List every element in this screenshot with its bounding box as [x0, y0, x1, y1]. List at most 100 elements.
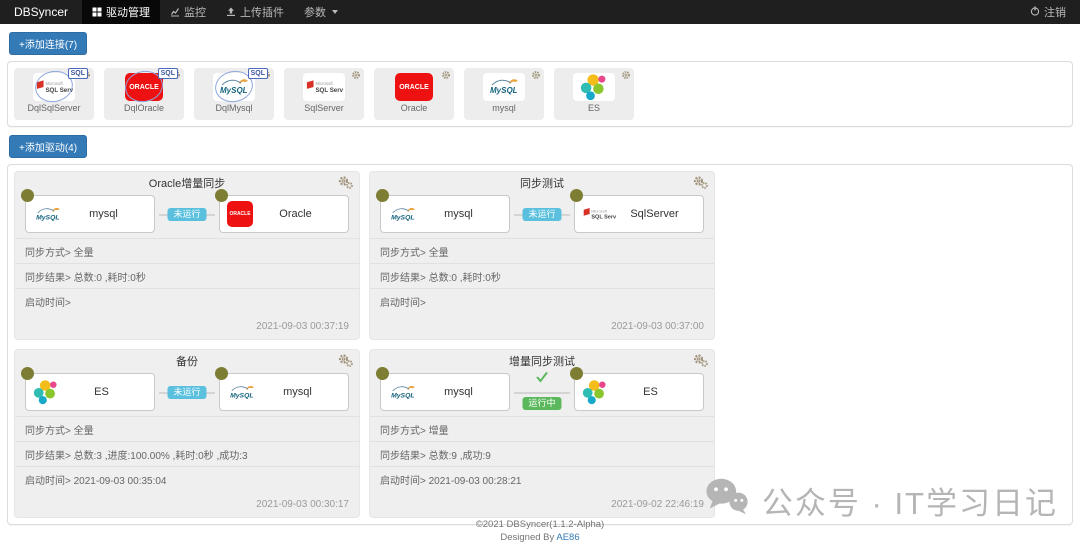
sqlserver-logo-icon: MicrosoftSQL Server — [582, 206, 616, 222]
gears-icon[interactable] — [693, 176, 708, 192]
driver-title: 增量同步测试 — [370, 355, 714, 370]
connection-card-dqlmysql[interactable]: MySQL SQL DqlMysql — [194, 68, 274, 120]
start-time-row: 启动时间> — [370, 288, 714, 313]
nav-item-params[interactable]: 参数 — [294, 0, 348, 24]
nav-item-label: 驱动管理 — [106, 4, 150, 20]
gear-icon[interactable] — [531, 70, 541, 83]
add-driver-button[interactable]: +添加驱动(4) — [9, 135, 87, 158]
driver-title: Oracle增量同步 — [15, 177, 359, 192]
gear-icon[interactable] — [351, 70, 361, 83]
status-dot — [376, 189, 389, 202]
connector-line — [514, 392, 570, 394]
connection-card-dqlsqlserver[interactable]: Microsoft SQL Server SQL DqlSqlServer — [14, 68, 94, 120]
sqlserver-logo-icon: Microsoft SQL Server — [303, 73, 345, 101]
target-connector[interactable]: MySQL mysql — [219, 373, 349, 411]
target-name: mysql — [257, 386, 348, 398]
author-link[interactable]: AE86 — [556, 532, 579, 543]
wechat-icon — [704, 476, 750, 524]
oracle-logo-icon: ORACLE SQL — [123, 73, 165, 101]
connection-card-es[interactable]: ES — [554, 68, 634, 120]
nav-item-drivers[interactable]: 驱动管理 — [82, 0, 160, 24]
connection-name: SqlServer — [284, 103, 364, 113]
source-name: mysql — [63, 208, 154, 220]
driver-card-incremental-test[interactable]: 增量同步测试 MySQL mysql ES — [369, 349, 715, 518]
sql-badge: SQL — [248, 68, 268, 79]
watermark-text: 公众号 · IT学习日记 — [762, 478, 1058, 523]
driver-card-oracle-incremental[interactable]: Oracle增量同步 MySQL mysql ORACLE Oracle — [14, 171, 360, 340]
sql-badge: SQL — [158, 68, 178, 79]
navbar: DBSyncer 驱动管理 监控 上传插件 参数 注销 — [0, 0, 1080, 24]
footer: ©2021 DBSyncer(1.1.2-Alpha) Designed By … — [0, 518, 1080, 544]
target-connector[interactable]: ES — [574, 373, 704, 411]
check-icon — [535, 371, 549, 386]
create-timestamp: 2021-09-03 00:30:17 — [15, 491, 359, 517]
svg-text:MySQL: MySQL — [391, 392, 414, 399]
upload-icon — [226, 7, 236, 17]
logout-button[interactable]: 注销 — [1016, 0, 1080, 24]
status-dot — [570, 367, 583, 380]
mapping-flow: MySQL mysql ORACLE Oracle 未运行 — [25, 192, 349, 238]
svg-text:SQL Server: SQL Server — [591, 215, 616, 221]
connection-card-sqlserver[interactable]: Microsoft SQL Server SqlServer — [284, 68, 364, 120]
svg-text:SQL Server: SQL Server — [45, 87, 73, 94]
driver-card-sync-test[interactable]: 同步测试 MySQL mysql MicrosoftSQL Server Sql… — [369, 171, 715, 340]
elasticsearch-logo-icon — [33, 379, 59, 405]
driver-card-backup[interactable]: 备份 ES MySQL mysql 未运行 — [14, 349, 360, 518]
sync-result-row: 同步结果> 总数:0 ,耗时:0秒 — [370, 263, 714, 288]
power-icon — [1030, 6, 1040, 19]
designed-by-text: Designed By — [500, 532, 554, 543]
target-name: ES — [608, 386, 703, 398]
elasticsearch-logo-icon — [582, 379, 608, 405]
svg-text:MySQL: MySQL — [391, 214, 414, 221]
sql-badge: SQL — [68, 68, 88, 79]
sync-mode-row: 同步方式> 全量 — [15, 238, 359, 263]
target-name: Oracle — [253, 208, 348, 220]
source-connector[interactable]: ES — [25, 373, 155, 411]
connection-card-dqloracle[interactable]: ORACLE SQL DqlOracle — [104, 68, 184, 120]
gears-icon[interactable] — [338, 354, 353, 370]
connection-name: Oracle — [374, 103, 454, 113]
connection-name: DqlOracle — [104, 103, 184, 113]
mysql-logo-icon: MySQL — [388, 206, 418, 223]
svg-text:MySQL: MySQL — [490, 86, 518, 95]
sync-result-row: 同步结果> 总数:0 ,耗时:0秒 — [15, 263, 359, 288]
sync-mode-row: 同步方式> 增量 — [370, 416, 714, 441]
svg-text:SQL Server: SQL Server — [315, 87, 343, 94]
gears-icon[interactable] — [338, 176, 353, 192]
brand-logo[interactable]: DBSyncer — [0, 0, 82, 24]
svg-text:Microsoft: Microsoft — [315, 81, 333, 86]
state-badge: 未运行 — [167, 386, 206, 399]
target-connector[interactable]: ORACLE Oracle — [219, 195, 349, 233]
status-dot — [215, 189, 228, 202]
gears-icon[interactable] — [693, 354, 708, 370]
svg-text:MySQL: MySQL — [220, 86, 248, 95]
mapping-flow: ES MySQL mysql 未运行 — [25, 370, 349, 416]
svg-text:MySQL: MySQL — [230, 392, 253, 399]
mapping-flow: MySQL mysql MicrosoftSQL Server SqlServe… — [380, 192, 704, 238]
start-time-row: 启动时间> 2021-09-03 00:28:21 — [370, 466, 714, 491]
target-connector[interactable]: MicrosoftSQL Server SqlServer — [574, 195, 704, 233]
gear-icon[interactable] — [441, 70, 451, 83]
sync-mode-row: 同步方式> 全量 — [370, 238, 714, 263]
logout-label: 注销 — [1044, 4, 1066, 20]
mapping-flow: MySQL mysql ES 运行中 — [380, 370, 704, 416]
gear-icon[interactable] — [621, 70, 631, 83]
connection-card-mysql[interactable]: MySQL mysql — [464, 68, 544, 120]
copyright-text: ©2021 DBSyncer(1.1.2-Alpha) — [0, 518, 1080, 531]
add-connection-button[interactable]: +添加连接(7) — [9, 32, 87, 55]
nav-item-upload-plugin[interactable]: 上传插件 — [216, 0, 294, 24]
nav-item-monitor[interactable]: 监控 — [160, 0, 216, 24]
sync-result-row: 同步结果> 总数:9 ,成功:9 — [370, 441, 714, 466]
mysql-logo-icon: MySQL SQL — [213, 73, 255, 101]
source-connector[interactable]: MySQL mysql — [25, 195, 155, 233]
mysql-logo-icon: MySQL — [483, 73, 525, 101]
create-timestamp: 2021-09-02 22:46:19 — [370, 491, 714, 517]
sqlserver-logo-icon: Microsoft SQL Server SQL — [33, 73, 75, 101]
svg-text:MySQL: MySQL — [36, 214, 59, 221]
connection-card-oracle[interactable]: ORACLE Oracle — [374, 68, 454, 120]
source-connector[interactable]: MySQL mysql — [380, 373, 510, 411]
source-connector[interactable]: MySQL mysql — [380, 195, 510, 233]
connection-name: DqlMysql — [194, 103, 274, 113]
oracle-logo-icon: ORACLE — [393, 73, 435, 101]
source-name: ES — [59, 386, 154, 398]
